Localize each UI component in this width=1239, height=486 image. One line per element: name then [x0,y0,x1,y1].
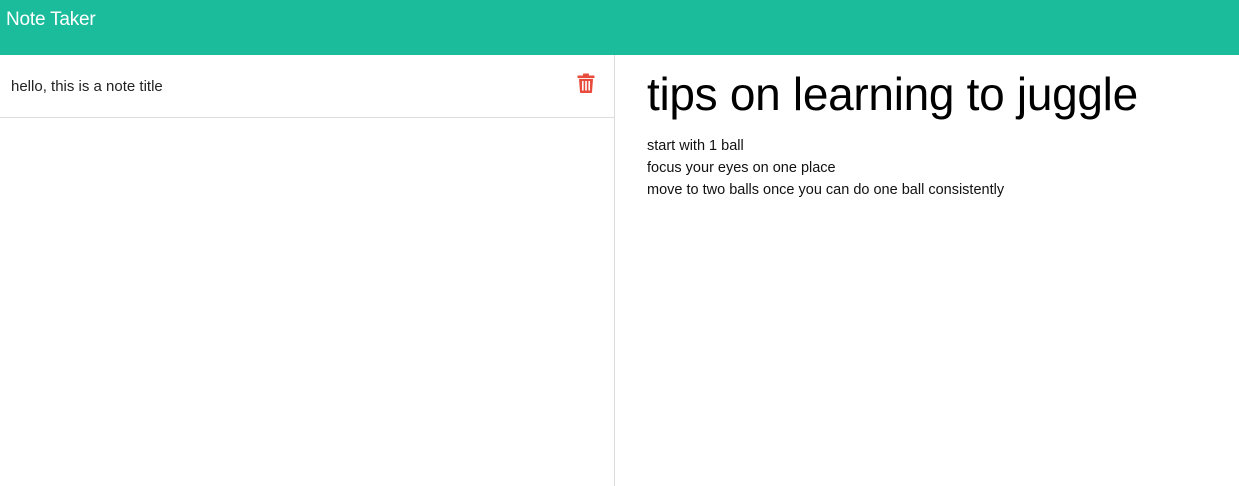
note-text-line: move to two balls once you can do one ba… [647,182,1005,198]
app-brand[interactable]: Note Taker [6,9,96,31]
note-list-item-title[interactable]: hello, this is a note title [11,78,163,95]
note-text-area[interactable]: start with 1 ball focus your eyes on one… [647,135,1004,201]
trash-icon[interactable] [577,73,595,93]
note-list: hello, this is a note title [0,55,614,118]
note-title-field[interactable]: tips on learning to juggle [647,67,1138,121]
note-editor: tips on learning to juggle start with 1 … [615,55,1239,486]
note-text-line: start with 1 ball [647,138,744,154]
note-list-item[interactable]: hello, this is a note title [0,55,614,118]
note-text-line: focus your eyes on one place [647,160,836,176]
top-navbar: Note Taker [0,0,1239,55]
note-list-panel: hello, this is a note title [0,55,615,486]
